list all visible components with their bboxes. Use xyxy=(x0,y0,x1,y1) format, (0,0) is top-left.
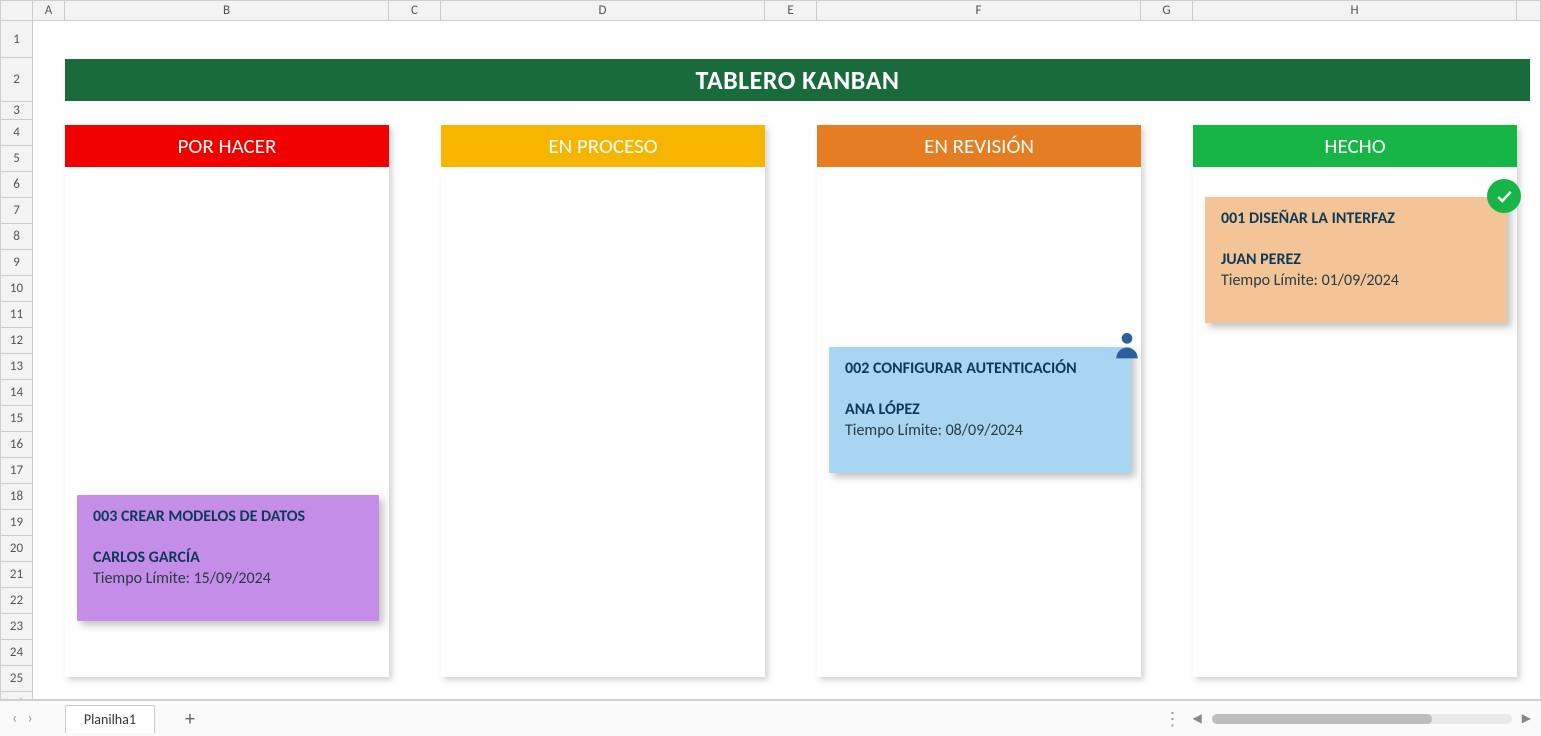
row-header[interactable]: 4 xyxy=(1,120,32,146)
row-header[interactable]: 17 xyxy=(1,458,32,484)
horizontal-scrollbar[interactable] xyxy=(1212,714,1512,724)
kanban-column-proceso[interactable]: EN PROCESO xyxy=(441,125,765,677)
kanban-column-revision[interactable]: EN REVISIÓN 002 CONFIGURAR AUTENTICACIÓN… xyxy=(817,125,1141,677)
scrollbar-thumb[interactable] xyxy=(1212,714,1432,724)
tab-options-icon[interactable]: ⋮ xyxy=(1164,708,1183,730)
row-header[interactable]: 2 xyxy=(1,58,32,102)
row-header[interactable]: 16 xyxy=(1,432,32,458)
row-header[interactable]: 15 xyxy=(1,406,32,432)
row-header[interactable]: 13 xyxy=(1,354,32,380)
column-header[interactable]: E xyxy=(765,1,817,20)
row-header[interactable]: 23 xyxy=(1,614,32,640)
row-headers: 1234567891011121314151617181920212223242… xyxy=(1,21,33,699)
person-icon xyxy=(1111,329,1145,363)
column-header[interactable]: F xyxy=(817,1,1141,20)
sheet-content: TABLERO KANBAN POR HACER 003 CREAR MODEL… xyxy=(33,21,1540,699)
kanban-column-header: POR HACER xyxy=(65,125,389,167)
card-assignee: ANA LÓPEZ xyxy=(845,400,1115,419)
spreadsheet-area: ABCDEFGH 1234567891011121314151617181920… xyxy=(0,0,1541,700)
tab-nav: ‹ › xyxy=(0,709,45,728)
kanban-column-todo[interactable]: POR HACER 003 CREAR MODELOS DE DATOS CAR… xyxy=(65,125,389,677)
card-assignee: CARLOS GARCÍA xyxy=(93,548,363,567)
row-header[interactable]: 9 xyxy=(1,250,32,276)
scroll-left-button[interactable]: ◀ xyxy=(1193,711,1202,726)
card-title: 003 CREAR MODELOS DE DATOS xyxy=(93,507,363,526)
kanban-column-header: EN REVISIÓN xyxy=(817,125,1141,167)
next-sheet-button[interactable]: › xyxy=(27,709,32,728)
column-headers: ABCDEFGH xyxy=(33,1,1540,21)
card-title: 001 DISEÑAR LA INTERFAZ xyxy=(1221,209,1491,228)
scroll-right-button[interactable]: ▶ xyxy=(1522,711,1531,726)
kanban-column-hecho[interactable]: HECHO 001 DISEÑAR LA INTERFAZ JUAN PEREZ… xyxy=(1193,125,1517,677)
row-header[interactable]: 8 xyxy=(1,224,32,250)
card-title: 002 CONFIGURAR AUTENTICACIÓN xyxy=(845,359,1115,378)
kanban-column-header: EN PROCESO xyxy=(441,125,765,167)
row-header[interactable]: 22 xyxy=(1,588,32,614)
add-sheet-button[interactable]: + xyxy=(185,707,195,731)
row-header[interactable]: 19 xyxy=(1,510,32,536)
card-deadline: Tiempo Límite: 08/09/2024 xyxy=(845,421,1115,440)
card-deadline: Tiempo Límite: 01/09/2024 xyxy=(1221,271,1491,290)
card-assignee: JUAN PEREZ xyxy=(1221,250,1491,269)
row-header[interactable]: 12 xyxy=(1,328,32,354)
kanban-card[interactable]: 003 CREAR MODELOS DE DATOS CARLOS GARCÍA… xyxy=(77,495,379,621)
row-header[interactable]: 7 xyxy=(1,198,32,224)
row-header[interactable]: 3 xyxy=(1,102,32,120)
row-header[interactable]: 1 xyxy=(1,21,32,58)
row-header[interactable]: 18 xyxy=(1,484,32,510)
select-all-corner[interactable] xyxy=(1,1,33,21)
row-header[interactable]: 10 xyxy=(1,276,32,302)
row-header[interactable]: 21 xyxy=(1,562,32,588)
row-header[interactable]: 5 xyxy=(1,146,32,172)
row-header[interactable]: 11 xyxy=(1,302,32,328)
column-header[interactable]: G xyxy=(1141,1,1193,20)
kanban-card[interactable]: 001 DISEÑAR LA INTERFAZ JUAN PEREZ Tiemp… xyxy=(1205,197,1507,323)
row-header[interactable]: 20 xyxy=(1,536,32,562)
card-deadline: Tiempo Límite: 15/09/2024 xyxy=(93,569,363,588)
kanban-card[interactable]: 002 CONFIGURAR AUTENTICACIÓN ANA LÓPEZ T… xyxy=(829,347,1131,473)
check-icon xyxy=(1487,179,1521,213)
column-header[interactable]: C xyxy=(389,1,441,20)
column-header[interactable]: H xyxy=(1193,1,1517,20)
row-header[interactable]: 26 xyxy=(1,692,32,700)
sheet-tab-bar: ‹ › Planilha1 + ⋮ ◀ ▶ xyxy=(0,700,1541,736)
column-header[interactable]: A xyxy=(33,1,65,20)
sheet-tab[interactable]: Planilha1 xyxy=(65,705,155,733)
row-header[interactable]: 25 xyxy=(1,666,32,692)
row-header[interactable]: 14 xyxy=(1,380,32,406)
row-header[interactable]: 6 xyxy=(1,172,32,198)
column-header[interactable]: B xyxy=(65,1,389,20)
column-header[interactable]: D xyxy=(441,1,765,20)
prev-sheet-button[interactable]: ‹ xyxy=(12,709,17,728)
kanban-column-header: HECHO xyxy=(1193,125,1517,167)
row-header[interactable]: 24 xyxy=(1,640,32,666)
kanban-title: TABLERO KANBAN xyxy=(65,59,1530,101)
horizontal-scroll-area: ⋮ ◀ ▶ xyxy=(1164,708,1541,730)
